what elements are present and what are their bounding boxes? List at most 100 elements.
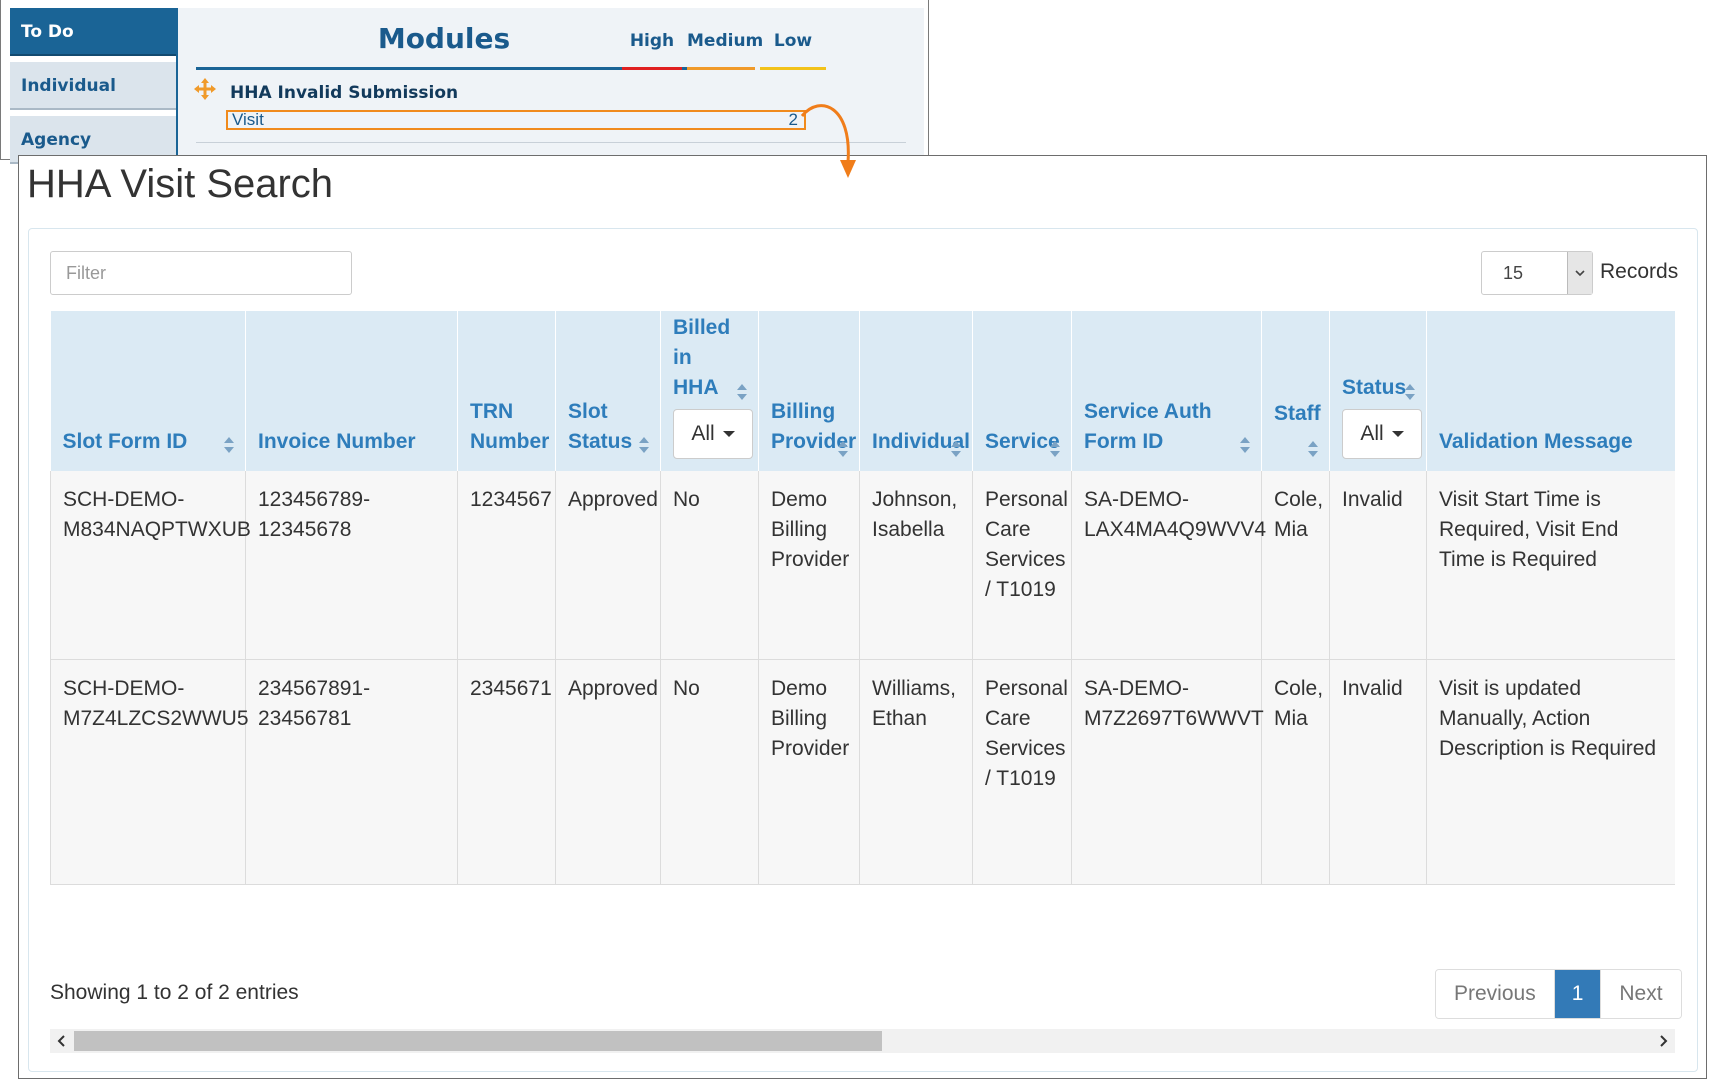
- sort-icon[interactable]: [950, 440, 962, 458]
- cell-staff: Cole, Mia: [1261, 659, 1330, 885]
- cell-status: Invalid: [1329, 471, 1427, 660]
- chevron-down-icon: [1575, 270, 1585, 277]
- scroll-left-button[interactable]: [50, 1029, 74, 1053]
- column-label: Slot Form ID: [62, 430, 188, 453]
- column-label: Validation Message: [1439, 430, 1633, 453]
- cell-slot-form-id: SCH-DEMO-M834NAQPTWXUB: [50, 471, 251, 660]
- column-header-individual[interactable]: Individual: [859, 311, 973, 471]
- dropdown-value: All: [691, 422, 715, 445]
- tab-priority-low[interactable]: Low: [760, 31, 826, 51]
- cell-slot-status: Approved: [555, 659, 661, 885]
- pagination-previous-button[interactable]: Previous: [1436, 970, 1555, 1018]
- column-header-billing-provider[interactable]: Billing Provider: [758, 311, 860, 471]
- cell-trn-number: 2345671: [457, 659, 556, 885]
- billed-filter-dropdown[interactable]: All: [673, 409, 753, 459]
- cell-validation-message: Visit is updated Manually, Action Descri…: [1426, 659, 1675, 885]
- alert-title: HHA Invalid Submission: [230, 83, 459, 103]
- cell-invoice-number: 123456789-12345678: [245, 471, 458, 660]
- sort-icon[interactable]: [1239, 436, 1251, 454]
- move-arrows-icon: [194, 78, 216, 100]
- cell-validation-message: Visit Start Time is Required, Visit End …: [1426, 471, 1675, 660]
- results-table-container: Slot Form ID Invoice Number TRN Number S…: [50, 311, 1675, 921]
- cell-billing-provider: Demo Billing Provider: [758, 471, 860, 660]
- sidebar-item-individual[interactable]: Individual: [10, 62, 176, 110]
- records-per-page-select[interactable]: 15: [1481, 251, 1593, 295]
- priority-low-underline: [760, 67, 826, 70]
- column-label: Slot Status: [568, 400, 633, 453]
- records-dropdown-button[interactable]: [1567, 252, 1592, 294]
- dropdown-value: All: [1360, 422, 1384, 445]
- column-header-status[interactable]: Status All: [1329, 311, 1427, 471]
- search-panel: 15 Records Slot Form ID: [28, 228, 1698, 1072]
- table-info-text: Showing 1 to 2 of 2 entries: [50, 981, 299, 1004]
- priority-high-underline: [622, 67, 682, 70]
- chevron-right-icon: [1660, 1035, 1668, 1047]
- cell-service-auth-form-id: SA-DEMO-LAX4MA4Q9WVV4: [1071, 471, 1266, 660]
- caret-down-icon: [1391, 431, 1404, 438]
- scroll-right-button[interactable]: [1651, 1029, 1675, 1053]
- cell-billing-provider: Demo Billing Provider: [758, 659, 860, 885]
- sort-icon[interactable]: [837, 440, 849, 458]
- column-label: Service Auth Form ID: [1084, 400, 1212, 453]
- cell-invoice-number: 234567891-23456781: [245, 659, 458, 885]
- callout-arrow-icon: [800, 104, 856, 178]
- modules-underline: [196, 67, 692, 70]
- sort-icon[interactable]: [1049, 440, 1061, 458]
- column-header-validation-message: Validation Message: [1426, 311, 1675, 471]
- cell-status: Invalid: [1329, 659, 1427, 885]
- column-header-service[interactable]: Service: [972, 311, 1072, 471]
- filter-input[interactable]: [50, 251, 352, 295]
- cell-staff: Cole, Mia: [1261, 471, 1330, 660]
- column-header-service-auth-form-id[interactable]: Service Auth Form ID: [1071, 311, 1262, 471]
- records-value: 15: [1503, 263, 1524, 283]
- cell-billed-in-hha: No: [660, 471, 759, 660]
- cell-slot-status: Approved: [555, 471, 661, 660]
- sidebar-item-to-do[interactable]: To Do: [10, 8, 176, 56]
- column-header-slot-form-id[interactable]: Slot Form ID: [50, 311, 246, 471]
- column-header-trn-number: TRN Number: [457, 311, 556, 471]
- modules-title: Modules: [377, 22, 511, 55]
- scrollbar-thumb[interactable]: [74, 1031, 882, 1051]
- pagination: Previous 1 Next: [1435, 969, 1682, 1019]
- chevron-left-icon: [57, 1035, 65, 1047]
- table-row: SCH-DEMO-M7Z4LZCS2WWU5 234567891-2345678…: [50, 659, 1675, 885]
- column-header-slot-status[interactable]: Slot Status: [555, 311, 661, 471]
- column-header-billed-in-hha[interactable]: Billed in HHA All: [660, 311, 759, 471]
- tab-priority-medium[interactable]: Medium: [687, 31, 763, 51]
- pagination-page-button[interactable]: 1: [1554, 970, 1601, 1018]
- table-header-row: Slot Form ID Invoice Number TRN Number S…: [50, 311, 1675, 471]
- cell-service-auth-form-id: SA-DEMO-M7Z2697T6WWVT: [1071, 659, 1264, 885]
- visit-count: 2: [788, 110, 798, 129]
- sort-icon[interactable]: [223, 436, 235, 454]
- sort-icon[interactable]: [736, 383, 748, 401]
- cell-individual: Williams, Ethan: [859, 659, 973, 885]
- table-row: SCH-DEMO-M834NAQPTWXUB 123456789-1234567…: [50, 471, 1675, 660]
- pagination-next-button[interactable]: Next: [1600, 970, 1681, 1018]
- sort-icon[interactable]: [1404, 383, 1416, 401]
- horizontal-scrollbar[interactable]: [50, 1029, 1675, 1053]
- column-label: Individual: [872, 430, 971, 453]
- tab-priority-high[interactable]: High: [622, 31, 682, 51]
- visit-link[interactable]: Visit 2: [226, 110, 806, 130]
- sort-icon[interactable]: [1307, 440, 1319, 458]
- cell-billed-in-hha: No: [660, 659, 759, 885]
- records-label: Records: [1600, 260, 1679, 283]
- todo-window: To Do Individual Agency Modules High Med…: [0, 0, 929, 164]
- todo-sidebar: To Do Individual Agency: [10, 8, 176, 170]
- column-label: TRN Number: [470, 400, 550, 453]
- results-table: Slot Form ID Invoice Number TRN Number S…: [50, 311, 1675, 885]
- sort-icon[interactable]: [638, 436, 650, 454]
- caret-down-icon: [722, 431, 735, 438]
- column-label: Invoice Number: [258, 430, 416, 453]
- cell-individual: Johnson, Isabella: [859, 471, 973, 660]
- status-filter-dropdown[interactable]: All: [1342, 409, 1422, 459]
- column-label: Billing Provider: [771, 400, 857, 453]
- column-header-staff[interactable]: Staff: [1261, 311, 1330, 471]
- column-header-invoice-number: Invoice Number: [245, 311, 458, 471]
- visit-link-label: Visit: [232, 110, 264, 129]
- priority-medium-underline: [687, 67, 755, 70]
- page-title: HHA Visit Search: [27, 162, 334, 206]
- cell-service: Personal Care Services / T1019: [972, 659, 1072, 885]
- cell-trn-number: 1234567: [457, 471, 556, 660]
- cell-slot-form-id: SCH-DEMO-M7Z4LZCS2WWU5: [50, 659, 249, 885]
